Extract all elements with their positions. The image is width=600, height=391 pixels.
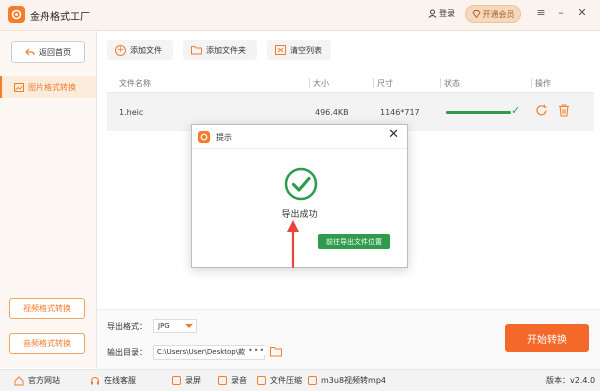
m3u8-convert-label: m3u8视频转mp4: [321, 376, 387, 385]
online-service-label: 在线客服: [104, 376, 136, 385]
headset-icon: [91, 376, 99, 384]
title-bar: 金舟格式工厂 登录 开通会员 ≡ – ✕: [0, 0, 600, 31]
format-select[interactable]: JPG: [153, 319, 197, 333]
audio-record-link[interactable]: 录音: [218, 375, 247, 386]
clear-icon: [275, 45, 286, 55]
login-button[interactable]: 登录: [428, 8, 455, 19]
folder-icon: [191, 46, 202, 55]
more-icon[interactable]: •••: [247, 346, 267, 355]
clear-list-button[interactable]: 清空列表: [267, 40, 331, 60]
success-check-icon: [284, 167, 318, 201]
delete-icon[interactable]: [558, 104, 570, 117]
audio-record-label: 录音: [231, 376, 247, 385]
video-icon: [308, 376, 317, 385]
back-home-button[interactable]: 返回首页: [11, 41, 85, 63]
vip-button[interactable]: 开通会员: [465, 5, 521, 23]
dialog-logo-icon: [198, 131, 210, 143]
progress-bar: [446, 111, 511, 114]
progress-fill: [446, 111, 511, 114]
add-file-label: 添加文件: [130, 45, 162, 55]
output-dir-label: 输出目录：: [107, 348, 147, 357]
screen-record-link[interactable]: 录屏: [172, 375, 201, 386]
screen-record-label: 录屏: [185, 376, 201, 385]
video-convert-button[interactable]: 视频格式转换: [9, 298, 85, 319]
header-divider: [373, 78, 374, 88]
header-dimensions: 尺寸: [377, 79, 393, 88]
done-check-icon: ✓: [511, 104, 521, 117]
home-icon: [14, 375, 24, 385]
file-compress-label: 文件压缩: [270, 376, 302, 385]
file-size: 496.4KB: [315, 108, 349, 117]
output-settings-panel: 导出格式： JPG 输出目录： C:\Users\User\Desktop\款 …: [97, 309, 600, 370]
record-screen-icon: [172, 376, 181, 385]
open-output-location-button[interactable]: 前往导出文件位置: [318, 234, 390, 249]
vip-label: 开通会员: [482, 9, 515, 19]
clear-list-label: 清空列表: [290, 45, 322, 55]
image-icon: [14, 82, 24, 92]
compress-icon: [257, 376, 266, 385]
header-divider: [440, 78, 441, 88]
back-arrow-icon: [25, 48, 35, 55]
m3u8-convert-link[interactable]: m3u8视频转mp4: [308, 375, 386, 386]
header-divider: [531, 78, 532, 88]
open-folder-icon[interactable]: [270, 346, 282, 357]
diamond-icon: [471, 10, 481, 18]
add-folder-label: 添加文件夹: [206, 45, 246, 55]
dialog-close-icon[interactable]: ✕: [388, 127, 399, 142]
header-filename: 文件名称: [119, 79, 151, 88]
official-site-link[interactable]: 官方网站: [14, 375, 60, 386]
file-compress-link[interactable]: 文件压缩: [257, 375, 302, 386]
dialog-title: 提示: [216, 133, 232, 142]
app-logo-icon: [8, 6, 25, 23]
login-label: 登录: [439, 9, 455, 18]
header-divider: [309, 78, 310, 88]
user-icon: [428, 9, 437, 18]
minimize-icon[interactable]: –: [554, 6, 568, 20]
app-title: 金舟格式工厂: [30, 12, 90, 23]
header-actions: 操作: [535, 79, 551, 88]
sidebar-item-image-convert[interactable]: 图片格式转换: [0, 76, 96, 98]
plus-icon: +: [115, 44, 126, 56]
add-folder-button[interactable]: 添加文件夹: [183, 40, 257, 60]
version-text: 版本：v2.4.0: [546, 376, 596, 385]
menu-icon[interactable]: ≡: [534, 6, 548, 20]
start-convert-button[interactable]: 开始转换: [505, 324, 589, 352]
close-window-icon[interactable]: ✕: [575, 6, 589, 20]
sidebar-item-label: 图片格式转换: [28, 82, 76, 92]
file-name: 1.heic: [119, 108, 144, 117]
audio-convert-button[interactable]: 音频格式转换: [9, 333, 85, 354]
online-service-link[interactable]: 在线客服: [90, 375, 136, 386]
add-file-button[interactable]: + 添加文件: [107, 40, 173, 60]
header-status: 状态: [444, 79, 460, 88]
output-dir-value: C:\Users\User\Desktop\款: [157, 348, 246, 356]
refresh-icon[interactable]: [535, 104, 548, 117]
format-value: JPG: [158, 322, 170, 330]
file-table-header: 文件名称 大小 尺寸 状态 操作: [107, 74, 594, 93]
dialog-divider: [192, 148, 407, 149]
red-arrow-annotation: [287, 220, 299, 268]
official-site-label: 官方网站: [28, 376, 60, 385]
format-label: 导出格式：: [107, 322, 147, 331]
sidebar: 返回首页 图片格式转换 视频格式转换 音频格式转换: [0, 31, 97, 368]
microphone-icon: [218, 376, 227, 385]
header-size: 大小: [313, 79, 329, 88]
back-home-label: 返回首页: [39, 47, 71, 57]
status-bar: 官方网站 在线客服 录屏 录音 文件压缩 m3u8视频转mp4 版本：v2.4.…: [0, 369, 600, 391]
chevron-down-icon: [185, 324, 193, 328]
file-dimensions: 1146*717: [380, 108, 420, 117]
